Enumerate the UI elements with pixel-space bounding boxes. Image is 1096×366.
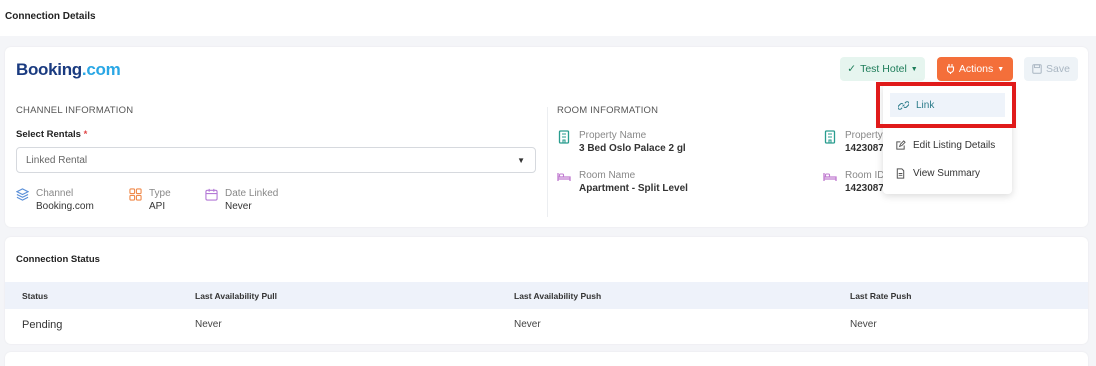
building-icon [824, 130, 836, 144]
column-header: Last Availability Push [514, 291, 602, 301]
bed-icon [557, 173, 571, 181]
channel-meta-value: Booking.com [36, 201, 94, 212]
property-name-value: 3 Bed Oslo Palace 2 gl [579, 143, 686, 154]
edit-icon [896, 139, 906, 150]
rentals-select-value: Linked Rental [26, 155, 88, 166]
menu-item-label: Edit Listing Details [913, 139, 996, 151]
hotel-button-label: Test Hotel [860, 63, 907, 75]
room-id-key: Room ID [845, 170, 885, 181]
room-id-value: 1423087 [845, 183, 884, 194]
layers-icon [16, 188, 29, 201]
property-id-item: Property 1423087 [823, 129, 884, 156]
room-name-item: Room Name Apartment - Split Level [557, 169, 688, 196]
bottom-card [5, 352, 1088, 366]
availability-push-cell: Never [514, 319, 541, 330]
property-name-item: Property Name 3 Bed Oslo Palace 2 gl [557, 129, 686, 156]
actions-button-label: Actions [958, 63, 994, 75]
type-meta-value: API [149, 201, 166, 212]
type-meta: Type API [129, 187, 171, 214]
calendar-icon [205, 188, 218, 201]
column-header: Status [22, 291, 48, 301]
channel-meta-key: Channel [36, 188, 74, 199]
brand-part1: Booking [16, 60, 82, 79]
type-meta-key: Type [149, 188, 171, 199]
room-id-item: Room ID 1423087 [823, 169, 884, 196]
property-id-key: Property [845, 130, 883, 141]
channel-meta: Channel Booking.com [16, 187, 94, 214]
caret-down-icon: ▼ [517, 156, 525, 165]
room-name-value: Apartment - Split Level [579, 183, 688, 194]
channel-section-title: CHANNEL INFORMATION [16, 105, 134, 116]
availability-pull-cell: Never [195, 319, 222, 330]
plug-icon [946, 64, 954, 74]
brand-part2: .com [81, 60, 121, 79]
required-marker: * [83, 129, 88, 140]
actions-button[interactable]: Actions ▼ [937, 57, 1013, 81]
bed-icon [823, 173, 837, 181]
rate-push-cell: Never [850, 319, 877, 330]
date-linked-meta-value: Never [225, 201, 252, 212]
section-divider [547, 107, 548, 217]
document-icon [896, 167, 905, 179]
save-button[interactable]: Save [1024, 57, 1078, 81]
save-button-label: Save [1046, 63, 1070, 75]
caret-down-icon: ▼ [997, 65, 1005, 73]
column-header: Last Rate Push [850, 291, 912, 301]
property-name-key: Property Name [579, 130, 647, 141]
save-icon [1032, 64, 1042, 74]
room-name-key: Room Name [579, 170, 636, 181]
hotel-selector-button[interactable]: ✓ Test Hotel ▼ [840, 57, 925, 81]
booking-logo: Booking.com [16, 60, 121, 80]
caret-down-icon: ▼ [910, 65, 918, 73]
rentals-select[interactable]: Linked Rental ▼ [16, 147, 536, 173]
menu-item-view-summary[interactable]: View Summary [883, 161, 1012, 185]
top-bar: Connection Details [0, 0, 1096, 36]
check-icon: ✓ [847, 63, 857, 75]
date-linked-meta-key: Date Linked [225, 188, 279, 199]
property-id-value: 1423087 [845, 143, 884, 154]
menu-item-edit-listing[interactable]: Edit Listing Details [883, 133, 1012, 157]
table-header-row: Status Last Availability Pull Last Avail… [5, 282, 1088, 309]
connection-status-card: Connection Status Status Last Availabili… [5, 237, 1088, 344]
connection-status-title: Connection Status [16, 254, 100, 265]
menu-item-label: View Summary [913, 167, 981, 179]
room-section-title: ROOM INFORMATION [557, 105, 659, 116]
grid-icon [129, 188, 142, 201]
building-icon [558, 130, 570, 144]
status-cell: Pending [22, 319, 63, 331]
highlight-box [876, 82, 1016, 128]
select-rentals-label-text: Select Rentals [16, 129, 81, 140]
date-linked-meta: Date Linked Never [205, 187, 278, 214]
column-header: Last Availability Pull [195, 291, 278, 301]
page-title: Connection Details [5, 11, 96, 22]
select-rentals-label: Select Rentals * [16, 129, 87, 140]
